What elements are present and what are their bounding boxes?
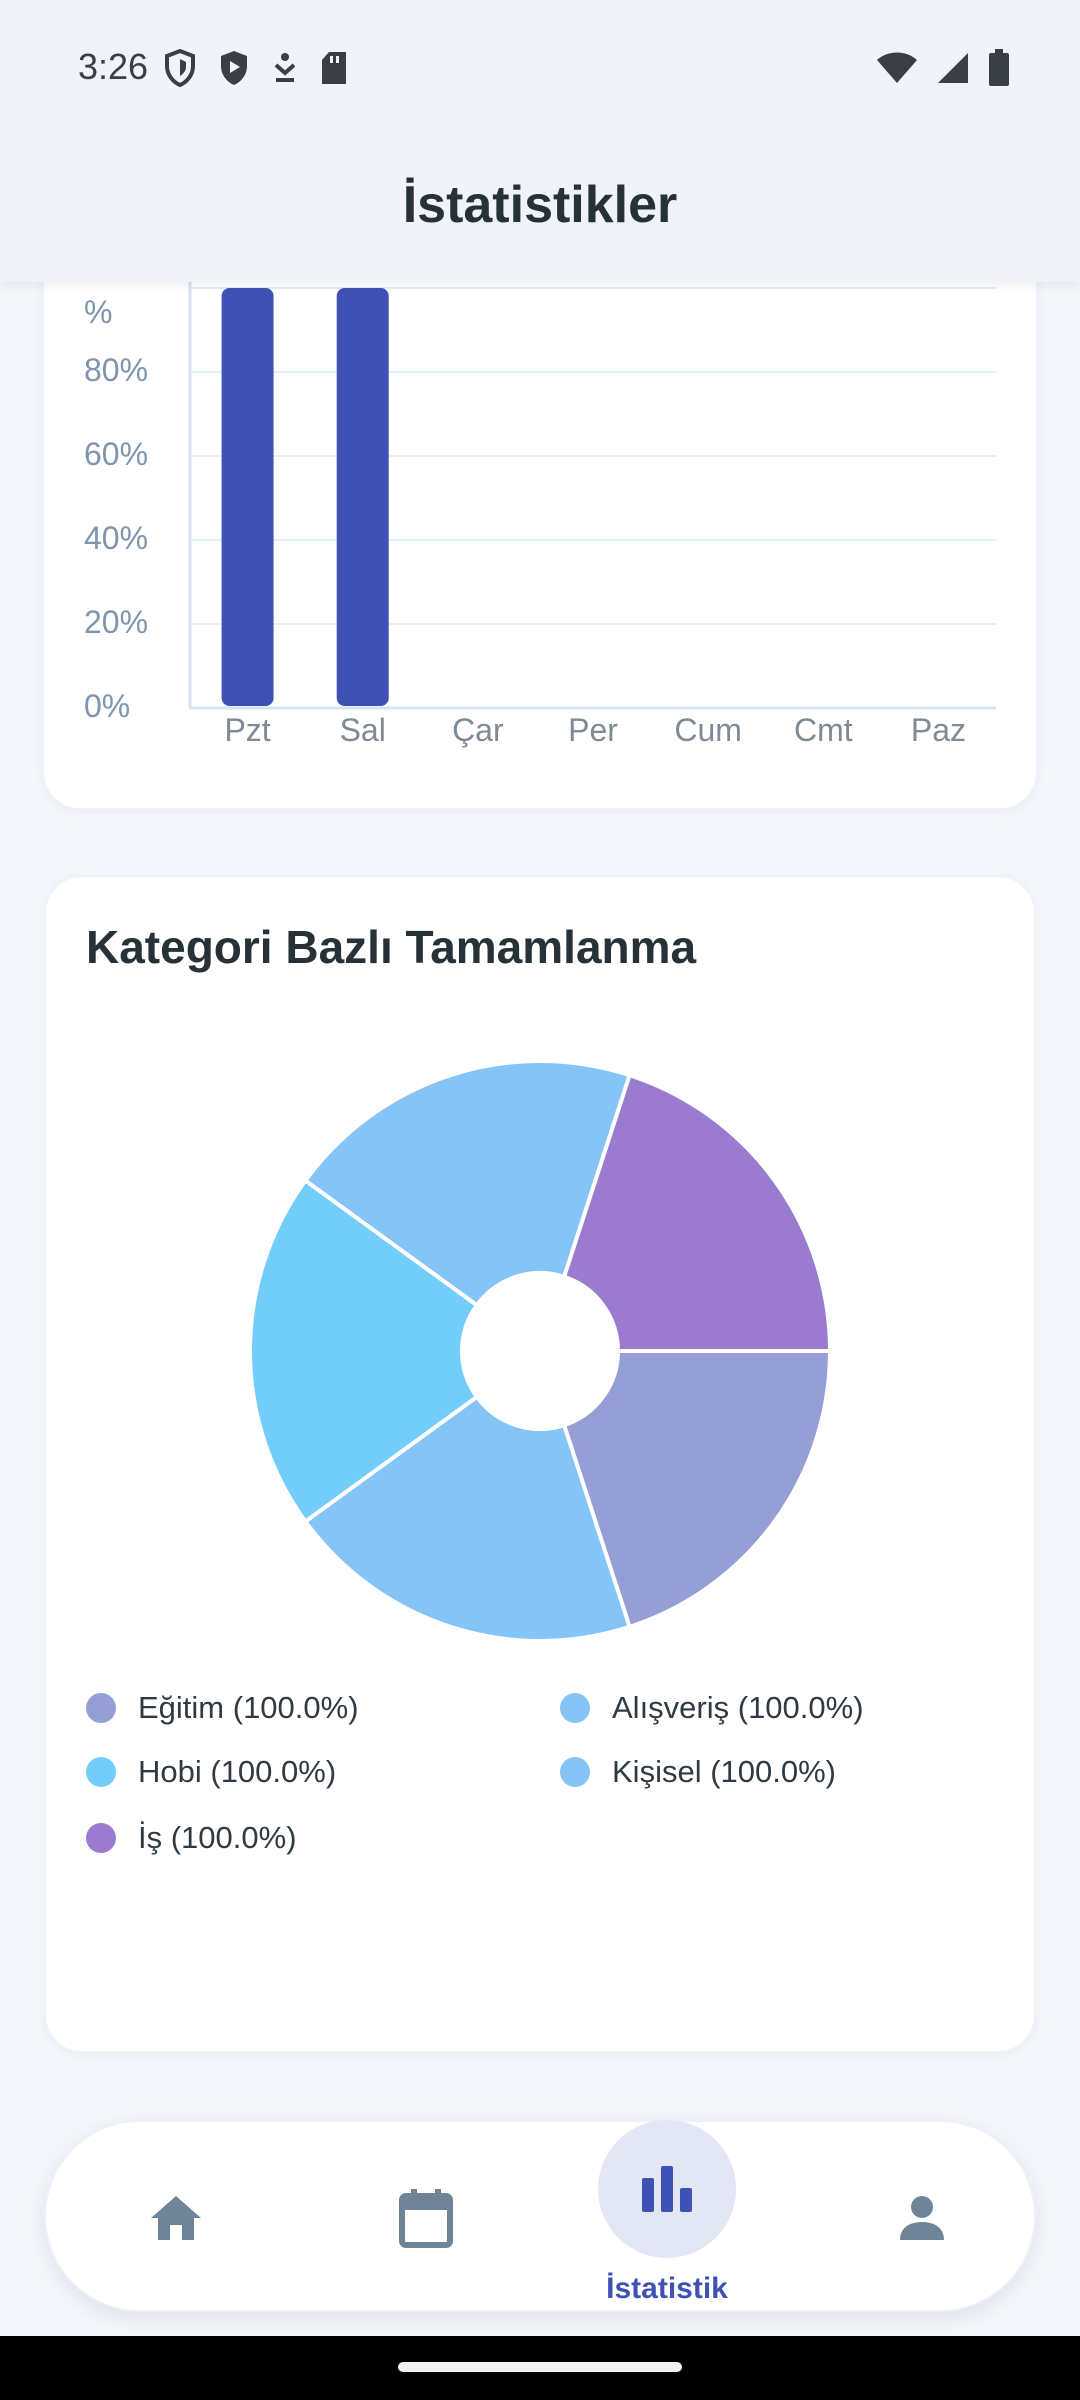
sd-card-icon [322, 52, 346, 84]
y-tick-label: 40% [84, 520, 149, 556]
page-title: İstatistikler [402, 176, 678, 234]
nav-statistics[interactable] [598, 2120, 736, 2258]
bar-chart-icon [642, 2166, 692, 2212]
legend-dot [86, 1757, 116, 1787]
status-icons-right [876, 48, 1010, 88]
x-tick-label: Paz [910, 712, 966, 748]
nav-calendar[interactable] [346, 2122, 506, 2314]
calendar-icon [399, 2189, 453, 2248]
legend-dot [560, 1757, 590, 1787]
download-icon [274, 53, 296, 82]
x-tick-label: Pzt [224, 712, 271, 748]
x-tick-label: Per [568, 712, 618, 748]
y-tick-label: 60% [84, 436, 149, 472]
legend-dot [86, 1693, 116, 1723]
legend-label: İş (100.0%) [138, 1820, 297, 1855]
y-tick-label-partial: % [84, 294, 113, 330]
legend-label: Alışveriş (100.0%) [612, 1690, 864, 1725]
y-tick-label: 80% [84, 352, 149, 388]
home-gesture-handle[interactable] [398, 2362, 682, 2372]
x-tick-label: Sal [339, 712, 386, 748]
x-tick-label: Çar [452, 712, 504, 748]
nav-home[interactable] [96, 2122, 256, 2314]
legend-item: Eğitim (100.0%) [86, 1690, 359, 1726]
legend-item: İş (100.0%) [86, 1820, 297, 1856]
x-tick-label: Cum [674, 712, 742, 748]
vpn-shield-icon [165, 49, 195, 87]
legend-label: Hobi (100.0%) [138, 1754, 337, 1789]
legend-dot [86, 1823, 116, 1853]
legend-item: Alışveriş (100.0%) [560, 1690, 864, 1726]
legend-dot [560, 1693, 590, 1723]
y-tick-label: 20% [84, 604, 149, 640]
signal-icon [938, 53, 968, 83]
wifi-icon [877, 52, 917, 83]
category-completion-card [44, 875, 1036, 2053]
legend-label: Kişisel (100.0%) [612, 1754, 836, 1789]
home-icon [151, 2196, 201, 2240]
nav-profile[interactable] [842, 2122, 1002, 2314]
play-protect-icon [221, 51, 247, 85]
bottom-navigation [44, 2120, 1036, 2312]
status-time: 3:26 [78, 46, 149, 87]
battery-icon [989, 49, 1009, 86]
app-top-bar: 3:26 İstatistikler [0, 0, 1080, 282]
category-card-title: Kategori Bazlı Tamamlanma [86, 921, 697, 973]
legend-item: Kişisel (100.0%) [560, 1754, 836, 1790]
person-icon [900, 2196, 944, 2240]
status-icons-left [164, 48, 348, 88]
legend-item: Hobi (100.0%) [86, 1754, 336, 1790]
y-tick-label: 0% [84, 688, 131, 724]
nav-statistics-label[interactable]: İstatistik [560, 2272, 774, 2306]
legend-label: Eğitim (100.0%) [138, 1690, 359, 1725]
status-bar: 3:26 [0, 0, 1080, 136]
x-tick-label: Cmt [793, 712, 853, 748]
